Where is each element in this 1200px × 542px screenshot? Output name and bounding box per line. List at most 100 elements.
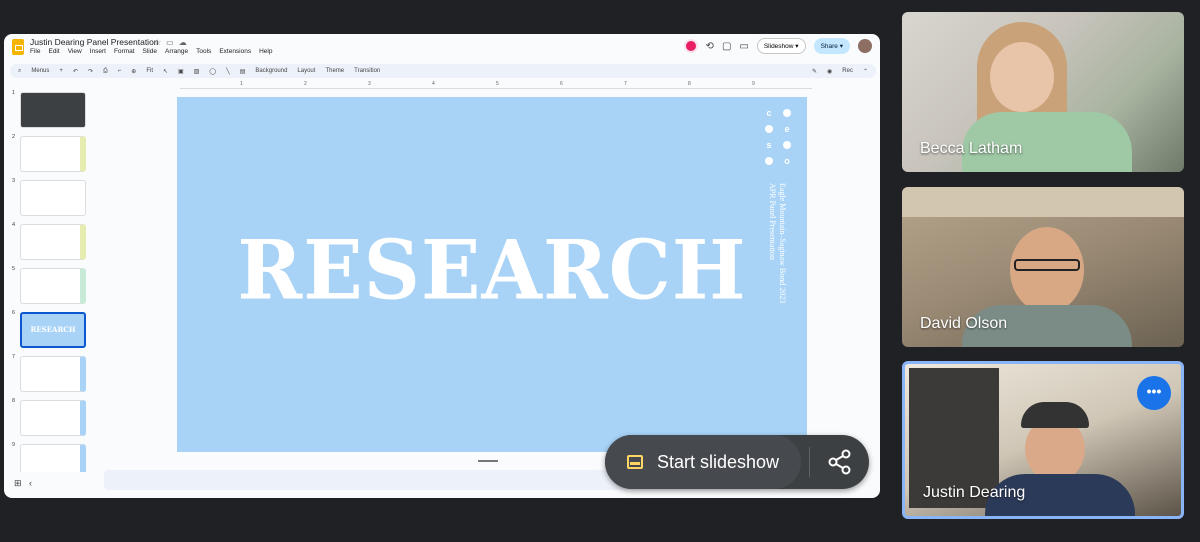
ruler-mark: 6 — [560, 81, 563, 87]
share-icon[interactable] — [827, 449, 853, 475]
slides-logo-icon[interactable] — [12, 39, 24, 55]
start-slideshow-button[interactable]: Start slideshow — [605, 435, 801, 489]
theme-button[interactable]: Theme — [325, 68, 344, 74]
thumb-number: 2 — [12, 134, 16, 140]
ruler-mark: 2 — [304, 81, 307, 87]
logo-letter: e — [784, 124, 790, 134]
pen-icon[interactable]: ✎ — [812, 68, 817, 75]
thumb-title: RESEARCH — [30, 325, 76, 334]
menu-view[interactable]: View — [68, 48, 82, 55]
participant-name: David Olson — [920, 315, 1008, 332]
menu-file[interactable]: File — [30, 48, 40, 55]
menu-slide[interactable]: Slide — [143, 48, 157, 55]
participant-tile-justin[interactable]: ••• Justin Dearing — [902, 361, 1184, 519]
history-icon[interactable]: ⟲ — [706, 41, 714, 52]
participant-tile-david[interactable]: David Olson — [902, 187, 1184, 347]
print-icon[interactable]: ⎙ — [103, 68, 108, 75]
star-icon[interactable]: ☆ — [154, 38, 166, 47]
grid-view-icon[interactable]: ⊞ ‹ — [14, 478, 32, 489]
start-slideshow-toast: Start slideshow — [605, 435, 869, 489]
thumbnail-slide-6[interactable]: RESEARCH — [20, 312, 86, 348]
menus-search[interactable]: Menus — [31, 68, 49, 74]
undo-icon[interactable]: ↶ — [73, 68, 78, 75]
line-icon[interactable]: ╲ — [226, 68, 230, 75]
search-icon[interactable]: ⌕ — [18, 68, 21, 75]
title-icons: ☆▭☁ — [154, 38, 192, 47]
slideshow-button[interactable]: Slideshow ▾ — [756, 38, 806, 54]
share-label: Share — [820, 42, 838, 50]
more-options-button[interactable]: ••• — [1137, 376, 1171, 410]
participant-name: Justin Dearing — [923, 484, 1026, 501]
thumbnail-slide-8[interactable] — [20, 400, 86, 436]
background-button[interactable]: Background — [255, 68, 287, 74]
paint-format-icon[interactable]: ⌐ — [118, 68, 122, 74]
menu-extensions[interactable]: Extensions — [219, 48, 251, 55]
logo-letter: o — [784, 156, 790, 166]
menu-help[interactable]: Help — [259, 48, 272, 55]
thumbnail-slide-3[interactable] — [20, 180, 86, 216]
titlebar-actions: ⟲ ▢ ▭ Slideshow ▾ Share ▾ — [683, 38, 872, 54]
thumb-number: 7 — [12, 354, 16, 360]
menu-edit[interactable]: Edit — [48, 48, 59, 55]
collapse-icon[interactable]: ⌃ — [863, 68, 868, 75]
logo-dot — [765, 125, 773, 133]
shape-icon[interactable]: ◯ — [209, 68, 216, 75]
menu-format[interactable]: Format — [114, 48, 135, 55]
zoom-icon[interactable]: ⊕ — [131, 68, 136, 75]
logo-mark: c e s o — [765, 109, 795, 171]
ruler-mark: 7 — [624, 81, 627, 87]
logo-dot — [765, 157, 773, 165]
folder-icon[interactable]: ▭ — [166, 38, 179, 47]
thumb-number: 6 — [12, 310, 16, 316]
layout-button[interactable]: Layout — [297, 68, 315, 74]
slide-canvas[interactable]: c e s o Eagle Mountain–Saginaw Bond 2023… — [177, 97, 807, 452]
logo-dot — [783, 109, 791, 117]
rec-icon[interactable]: ◉ — [827, 68, 832, 75]
document-title[interactable]: Justin Dearing Panel Presentation — [30, 37, 159, 47]
thumbnail-slide-4[interactable] — [20, 224, 86, 260]
thumbnail-slide-9[interactable] — [20, 444, 86, 472]
thumb-number: 9 — [12, 442, 16, 448]
menu-arrange[interactable]: Arrange — [165, 48, 188, 55]
video-call-icon[interactable]: ▭ — [739, 41, 748, 52]
thumbnail-slide-7[interactable] — [20, 356, 86, 392]
slide-thumbnails: 1 2 3 4 5 6 RESEARCH 7 8 9 — [4, 82, 99, 472]
glasses — [1014, 259, 1080, 271]
participant-name: Becca Latham — [920, 140, 1023, 157]
slides-icon — [627, 455, 643, 469]
menu-insert[interactable]: Insert — [90, 48, 106, 55]
collaborator-avatar[interactable] — [683, 39, 698, 53]
image-icon[interactable]: ▧ — [194, 68, 200, 75]
toolbar: ⌕ Menus + ↶ ↷ ⎙ ⌐ ⊕ Fit ↖ ▣ ▧ ◯ ╲ ▤ Back… — [10, 64, 876, 78]
zoom-select[interactable]: Fit — [146, 68, 153, 74]
add-icon[interactable]: + — [59, 68, 63, 74]
thumb-number: 3 — [12, 178, 16, 184]
account-avatar[interactable] — [858, 39, 872, 53]
start-slideshow-label: Start slideshow — [657, 451, 780, 472]
thumbnail-slide-5[interactable] — [20, 268, 86, 304]
ruler-mark: 9 — [752, 81, 755, 87]
menu-tools[interactable]: Tools — [196, 48, 211, 55]
transition-button[interactable]: Transition — [354, 68, 380, 74]
resize-handle[interactable] — [478, 460, 498, 462]
participant-tile-becca[interactable]: Becca Latham — [902, 12, 1184, 172]
toast-divider — [809, 447, 810, 477]
comment-icon[interactable]: ▢ — [722, 41, 731, 52]
participant-face — [990, 42, 1054, 112]
comment-add-icon[interactable]: ▤ — [240, 68, 246, 75]
ruler-mark: 4 — [432, 81, 435, 87]
thumbnail-slide-2[interactable] — [20, 136, 86, 172]
rec-button[interactable]: Rec — [842, 68, 853, 74]
slideshow-label: Slideshow — [763, 42, 794, 50]
select-icon[interactable]: ↖ — [163, 68, 168, 75]
share-button[interactable]: Share ▾ — [813, 38, 850, 54]
ruler-mark: 3 — [368, 81, 371, 87]
cloud-icon[interactable]: ☁ — [179, 38, 192, 47]
cap — [1021, 402, 1089, 428]
redo-icon[interactable]: ↷ — [88, 68, 93, 75]
slide-title: RESEARCH — [237, 222, 747, 319]
thumbnail-slide-1[interactable] — [20, 92, 86, 128]
thumb-number: 8 — [12, 398, 16, 404]
logo-letter: s — [766, 140, 772, 150]
text-box-icon[interactable]: ▣ — [178, 68, 184, 75]
